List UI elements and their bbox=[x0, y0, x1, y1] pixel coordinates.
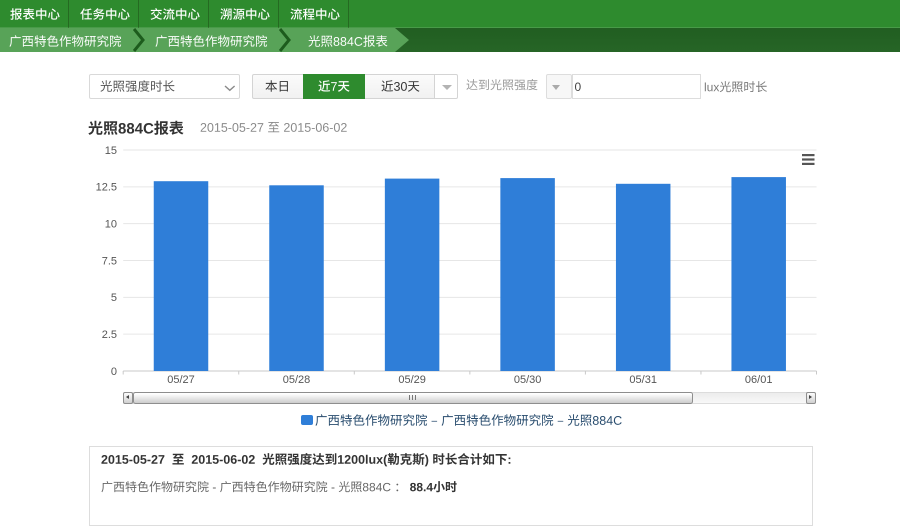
svg-text:0: 0 bbox=[111, 366, 117, 378]
svg-text:10: 10 bbox=[105, 218, 117, 230]
svg-text:2.5: 2.5 bbox=[102, 329, 117, 341]
svg-text:7.5: 7.5 bbox=[102, 255, 117, 267]
svg-text:06/01: 06/01 bbox=[745, 374, 773, 386]
svg-text:05/30: 05/30 bbox=[514, 374, 542, 386]
svg-text:05/29: 05/29 bbox=[398, 374, 426, 386]
svg-text:15: 15 bbox=[105, 145, 117, 157]
svg-text:12.5: 12.5 bbox=[96, 182, 117, 194]
svg-text:05/27: 05/27 bbox=[167, 374, 195, 386]
svg-text:5: 5 bbox=[111, 292, 117, 304]
svg-text:05/28: 05/28 bbox=[283, 374, 311, 386]
svg-text:05/31: 05/31 bbox=[629, 374, 657, 386]
